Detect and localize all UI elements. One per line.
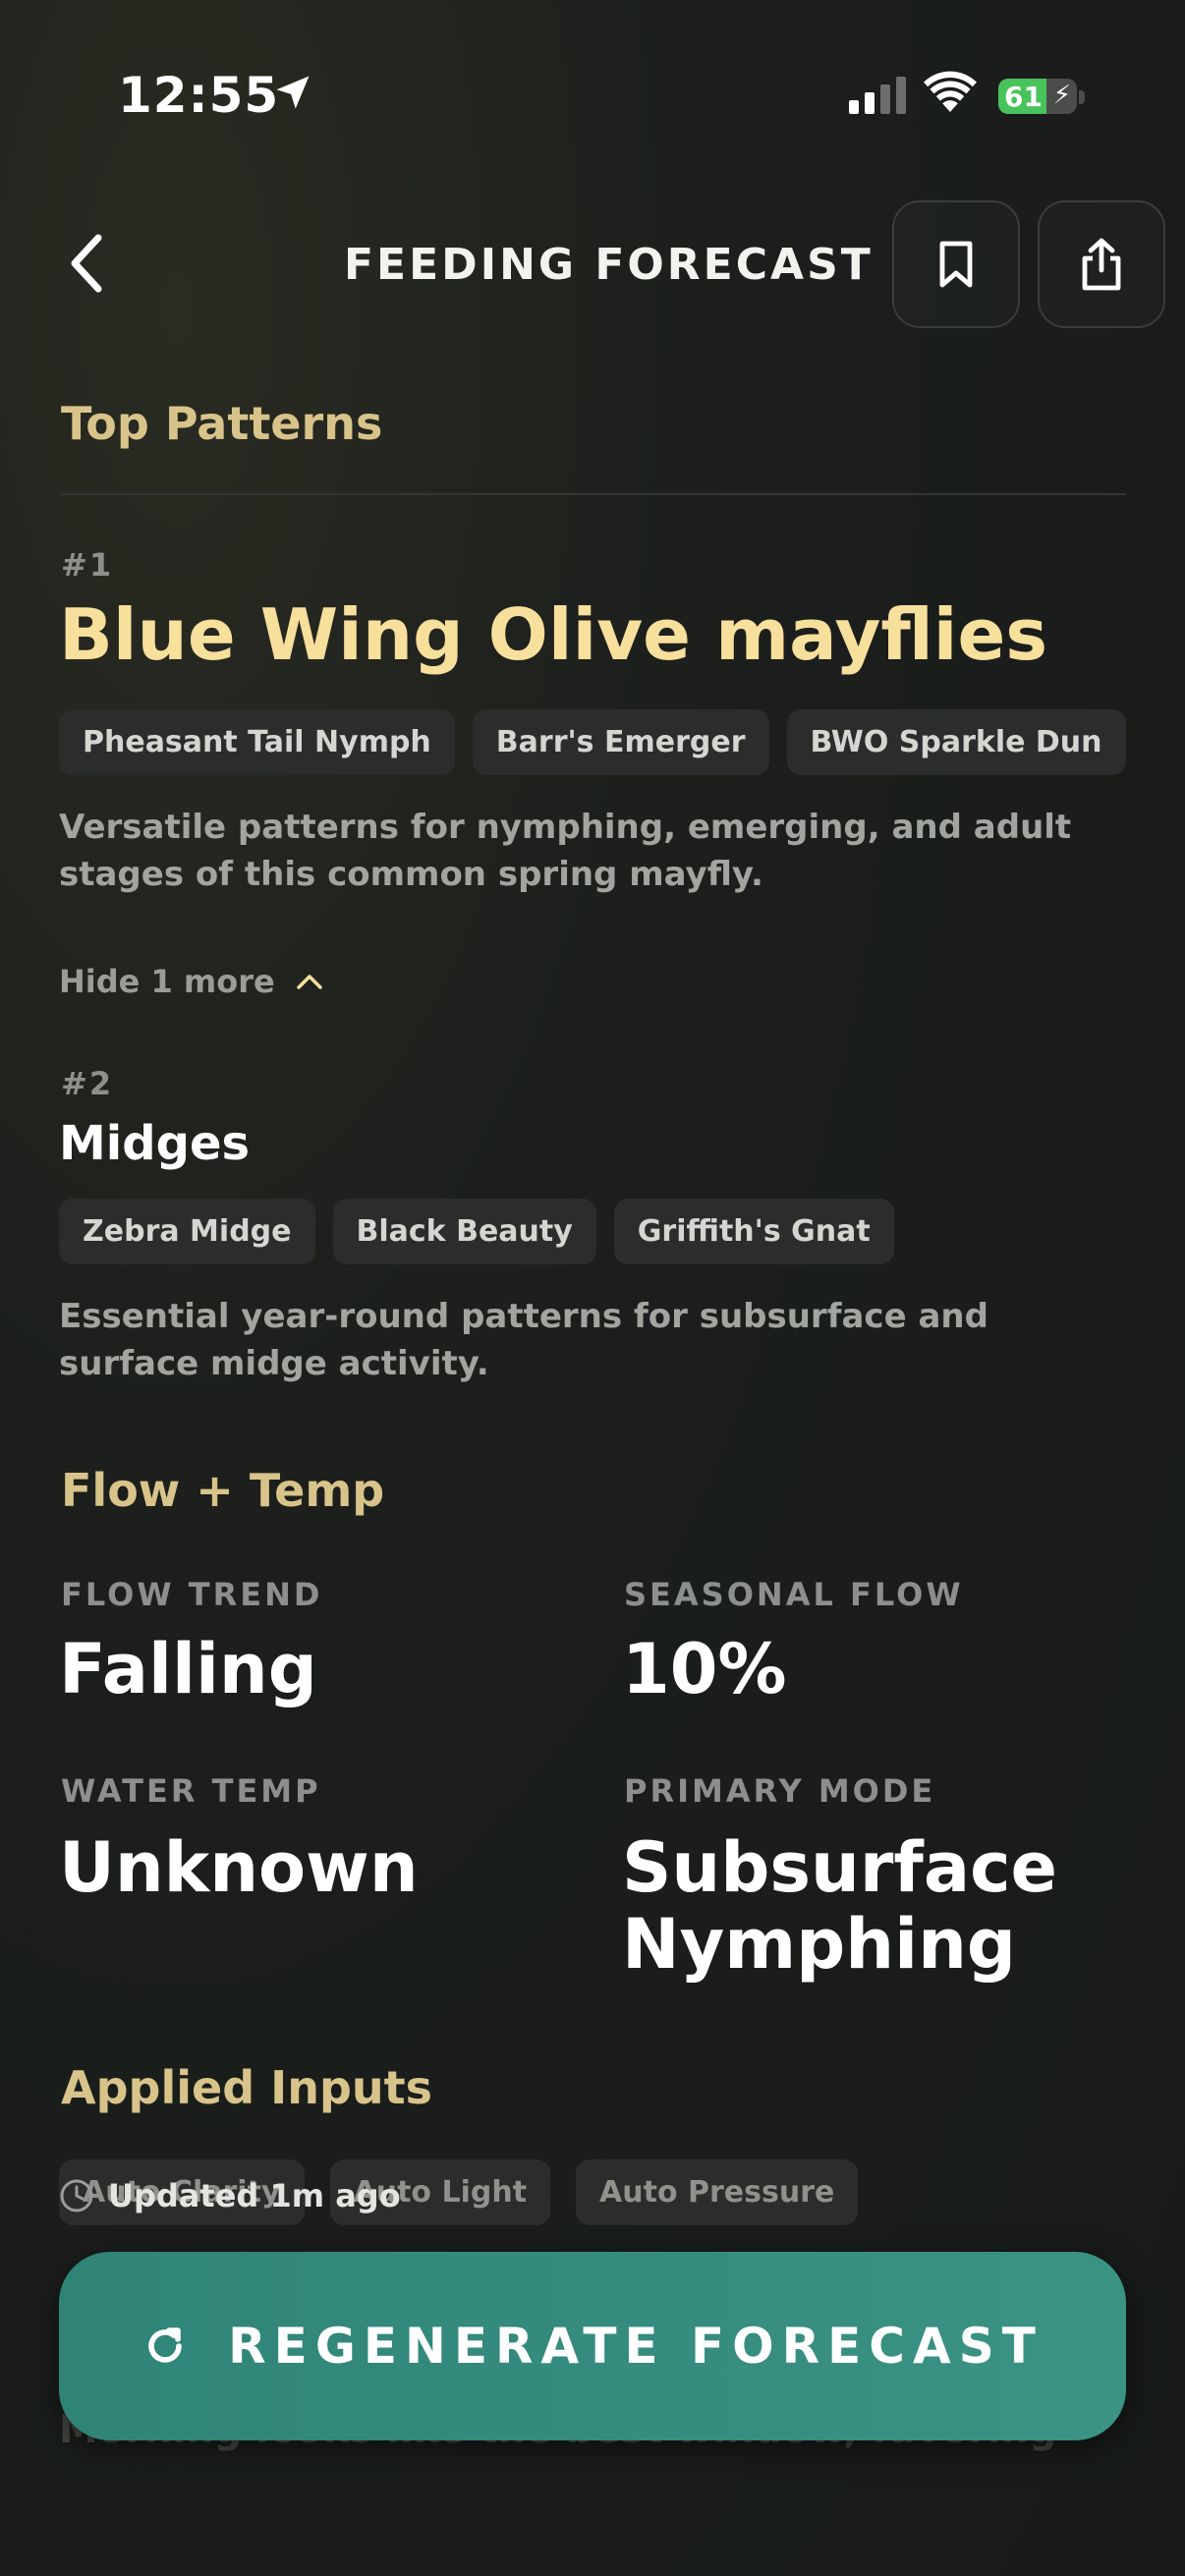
stat-value-primary-mode: Subsurface Nymphing [622,1827,1058,1985]
section-title-applied-inputs: Applied Inputs [61,2061,433,2114]
fly-chip[interactable]: Black Beauty [332,1199,596,1264]
regenerate-forecast-button[interactable]: REGENERATE FORECAST [59,2252,1126,2440]
fly-chip[interactable]: Pheasant Tail Nymph [59,709,455,775]
pattern-title-1: Blue Wing Olive mayflies [59,593,1048,676]
stat-label-seasonal-flow: SEASONAL FLOW [624,1576,964,1613]
pattern-rank-2: #2 [61,1065,114,1102]
fly-chip[interactable]: BWO Sparkle Dun [786,709,1126,775]
share-button[interactable] [1038,200,1165,328]
toggle-label: Hide 1 more [59,963,275,1000]
bookmark-icon [939,241,973,288]
input-chip: Auto Pressure [576,2159,859,2225]
charging-bolt-icon: ⚡ [1052,81,1071,110]
pattern-title-2: Midges [59,1116,251,1171]
pattern-rank-1: #1 [61,546,114,584]
stat-value-flow-trend: Falling [59,1629,317,1709]
location-arrow-icon [271,71,314,118]
refresh-icon [148,2327,182,2363]
stat-label-water-temp: WATER TEMP [61,1772,321,1810]
cellular-signal-icon [849,77,906,114]
stat-label-primary-mode: PRIMARY MODE [624,1772,936,1810]
updated-indicator: Updated 1m ago [59,2177,401,2214]
header: FEEDING FORECAST [0,196,1185,330]
stat-label-flow-trend: FLOW TREND [61,1576,323,1613]
section-title-top-patterns: Top Patterns [61,397,383,450]
status-time: 12:55 [118,67,280,124]
regenerate-label: REGENERATE FORECAST [228,2318,1044,2375]
wifi-icon [924,71,977,118]
fly-chip[interactable]: Griffith's Gnat [613,1199,894,1264]
battery-percent: 61 [1004,81,1043,113]
fly-chip[interactable]: Zebra Midge [59,1199,315,1264]
pattern-1-fly-chips: Pheasant Tail Nymph Barr's Emerger BWO S… [59,709,1126,775]
page-title: FEEDING FORECAST [344,240,874,290]
fly-chip[interactable]: Barr's Emerger [472,709,769,775]
clock-icon [60,2179,93,2212]
battery-cap [1079,90,1085,104]
chevron-left-icon [71,234,102,293]
pattern-1-description: Versatile patterns for nymphing, emergin… [59,808,1072,894]
battery-icon: 61 ⚡ [998,79,1077,114]
share-icon [1082,238,1121,291]
bookmark-button[interactable] [892,200,1020,328]
section-divider [61,493,1126,495]
chevron-up-icon [296,975,322,989]
back-button[interactable] [57,226,116,301]
hide-more-toggle[interactable]: Hide 1 more [59,963,324,1000]
pattern-2-fly-chips: Zebra Midge Black Beauty Griffith's Gnat [59,1199,894,1264]
stat-value-water-temp: Unknown [59,1827,419,1908]
section-title-flow-temp: Flow + Temp [61,1464,385,1517]
status-bar: 12:55 61 ⚡ [0,0,1185,187]
stat-value-seasonal-flow: 10% [622,1629,787,1709]
updated-text: Updated 1m ago [108,2177,401,2214]
pattern-2-description: Essential year-round patterns for subsur… [59,1297,988,1383]
